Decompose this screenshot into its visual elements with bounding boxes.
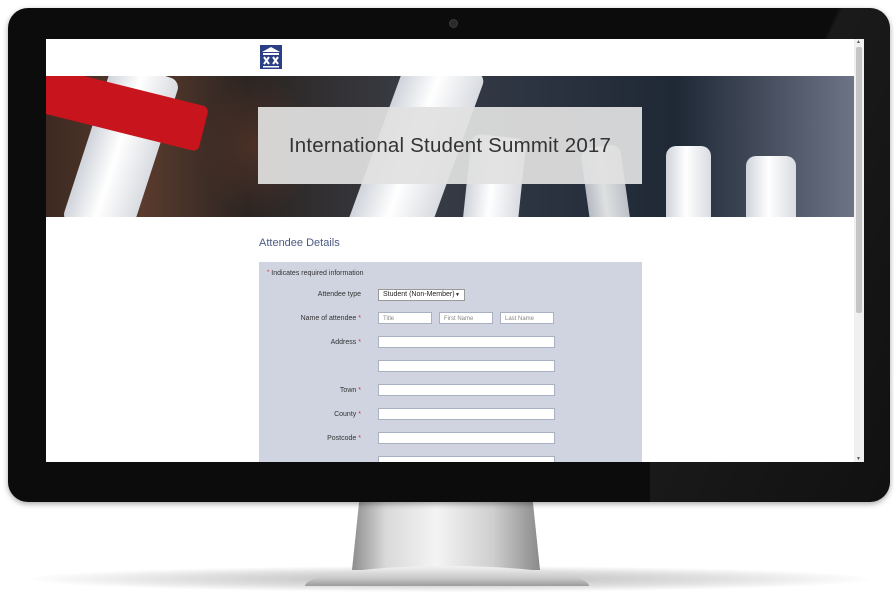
first-name-field[interactable]: First Name bbox=[439, 312, 493, 324]
county-field[interactable] bbox=[378, 408, 555, 420]
postcode-label: Postcode * bbox=[327, 435, 361, 442]
page-title: International Student Summit 2017 bbox=[288, 134, 612, 157]
attendee-type-select[interactable]: Student (Non-Member) ▼ bbox=[378, 289, 465, 301]
address-line-1-field[interactable] bbox=[378, 336, 555, 348]
scroll-down-arrow[interactable]: ▼ bbox=[856, 456, 861, 462]
browser-viewport: International Student Summit 2017 Attend… bbox=[46, 39, 864, 462]
required-info-note: * Indicates required information bbox=[267, 270, 364, 277]
attendee-form: * Indicates required information Attende… bbox=[259, 262, 642, 462]
scroll-thumb[interactable] bbox=[856, 47, 862, 313]
webcam bbox=[449, 19, 458, 28]
last-name-field[interactable]: Last Name bbox=[500, 312, 554, 324]
attendee-type-value: Student (Non-Member) bbox=[383, 291, 455, 298]
chevron-down-icon: ▼ bbox=[455, 292, 460, 298]
title-field[interactable]: Title bbox=[378, 312, 432, 324]
county-label: County * bbox=[334, 411, 361, 418]
diploma-roll bbox=[666, 146, 711, 217]
monitor-stand bbox=[352, 498, 540, 570]
next-field-partial[interactable] bbox=[378, 456, 555, 462]
attendee-type-label: Attendee type bbox=[317, 291, 361, 298]
address-line-2-field[interactable] bbox=[378, 360, 555, 372]
name-label: Name of attendee * bbox=[300, 315, 361, 322]
vertical-scrollbar[interactable]: ▲ ▼ bbox=[854, 39, 864, 462]
institution-crest-logo[interactable] bbox=[259, 44, 283, 70]
town-field[interactable] bbox=[378, 384, 555, 396]
address-label: Address * bbox=[330, 339, 361, 346]
scroll-up-arrow[interactable]: ▲ bbox=[856, 39, 861, 45]
required-asterisk: * bbox=[267, 270, 270, 276]
site-header bbox=[46, 39, 854, 76]
section-title: Attendee Details bbox=[259, 237, 340, 249]
diploma-roll bbox=[746, 156, 796, 217]
required-note-text: Indicates required information bbox=[271, 270, 364, 277]
hero-title-box: International Student Summit 2017 bbox=[258, 107, 642, 184]
postcode-field[interactable] bbox=[378, 432, 555, 444]
hero-banner: International Student Summit 2017 bbox=[46, 76, 854, 217]
town-label: Town * bbox=[339, 387, 361, 394]
